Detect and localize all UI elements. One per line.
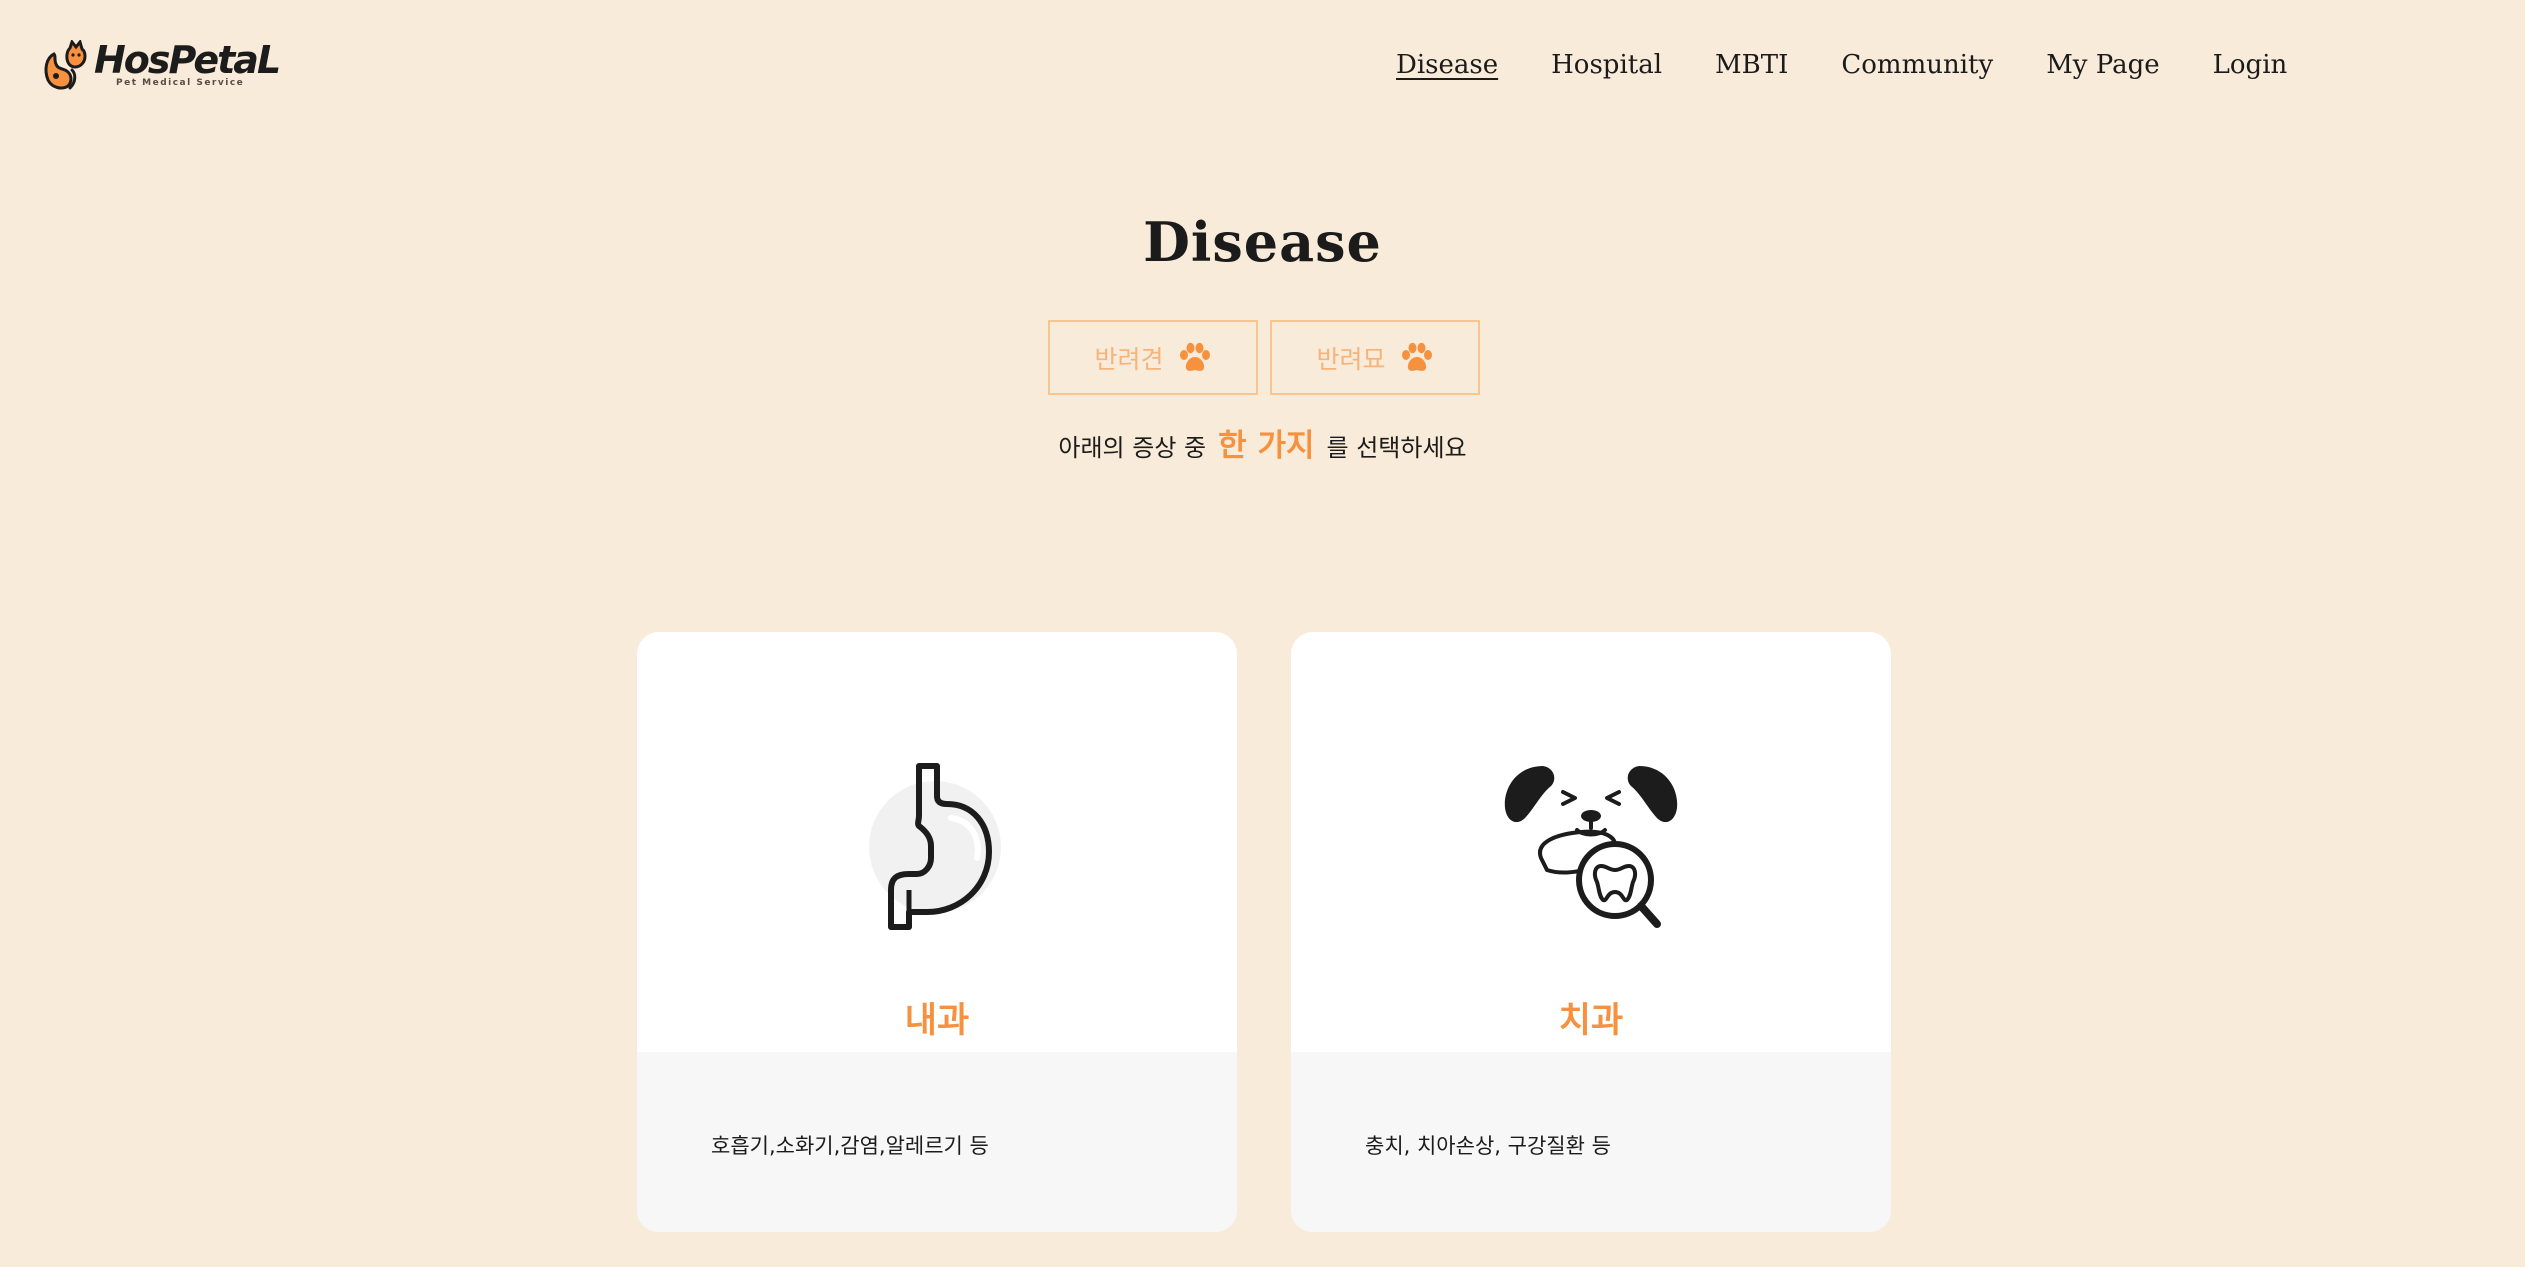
paw-icon (1179, 342, 1210, 371)
card-title: 내과 (904, 1001, 970, 1041)
instruction-after: 를 선택하세요 (1326, 434, 1467, 462)
dog-toggle-button[interactable]: 반려견 (1048, 320, 1258, 395)
card-description: 충치, 치아손상, 구강질환 등 (1365, 1134, 1611, 1158)
brand-wordmark: HosPetaL Pet Medical Service (94, 38, 281, 94)
instruction-highlight: 한 가지 (1218, 428, 1315, 464)
paw-icon (1401, 342, 1432, 371)
nav-community[interactable]: Community (1841, 50, 1993, 80)
card-title: 치과 (1558, 1001, 1624, 1041)
card-footer: 호흡기,소화기,감염,알레르기 등 (637, 1052, 1237, 1232)
stomach-icon (857, 762, 1017, 936)
instruction-text: 아래의 증상 중 한 가지 를 선택하세요 (0, 420, 2525, 465)
internal-medicine-card[interactable]: 내과 호흡기,소화기,감염,알레르기 등 (637, 632, 1237, 1232)
brand-logo[interactable]: HosPetaL Pet Medical Service (42, 38, 281, 94)
nav-login[interactable]: Login (2213, 50, 2288, 80)
pet-type-toggle: 반려견 반려묘 (1048, 320, 1480, 395)
cat-toggle-label: 반려묘 (1316, 344, 1386, 374)
dog-toggle-label: 반려견 (1094, 344, 1164, 374)
cat-toggle-button[interactable]: 반려묘 (1270, 320, 1480, 395)
brand-name: HosPetaL (94, 38, 281, 82)
instruction-before: 아래의 증상 중 (1058, 434, 1207, 462)
nav-my-page[interactable]: My Page (2046, 50, 2159, 80)
card-description: 호흡기,소화기,감염,알레르기 등 (711, 1134, 989, 1158)
nav-hospital[interactable]: Hospital (1551, 50, 1662, 80)
nav-disease[interactable]: Disease (1396, 50, 1498, 80)
header: HosPetaL Pet Medical Service Disease Hos… (0, 0, 2525, 140)
dog-tooth-icon (1491, 762, 1691, 936)
brand-tagline: Pet Medical Service (116, 78, 245, 88)
card-footer: 충치, 치아손상, 구강질환 등 (1291, 1052, 1891, 1232)
cat-dog-logo-icon (44, 40, 87, 90)
nav-mbti[interactable]: MBTI (1715, 50, 1788, 80)
dental-card[interactable]: 치과 충치, 치아손상, 구강질환 등 (1291, 632, 1891, 1232)
page-title: Disease (1143, 210, 1382, 274)
main-nav: Disease Hospital MBTI Community My Page … (1396, 50, 2287, 80)
